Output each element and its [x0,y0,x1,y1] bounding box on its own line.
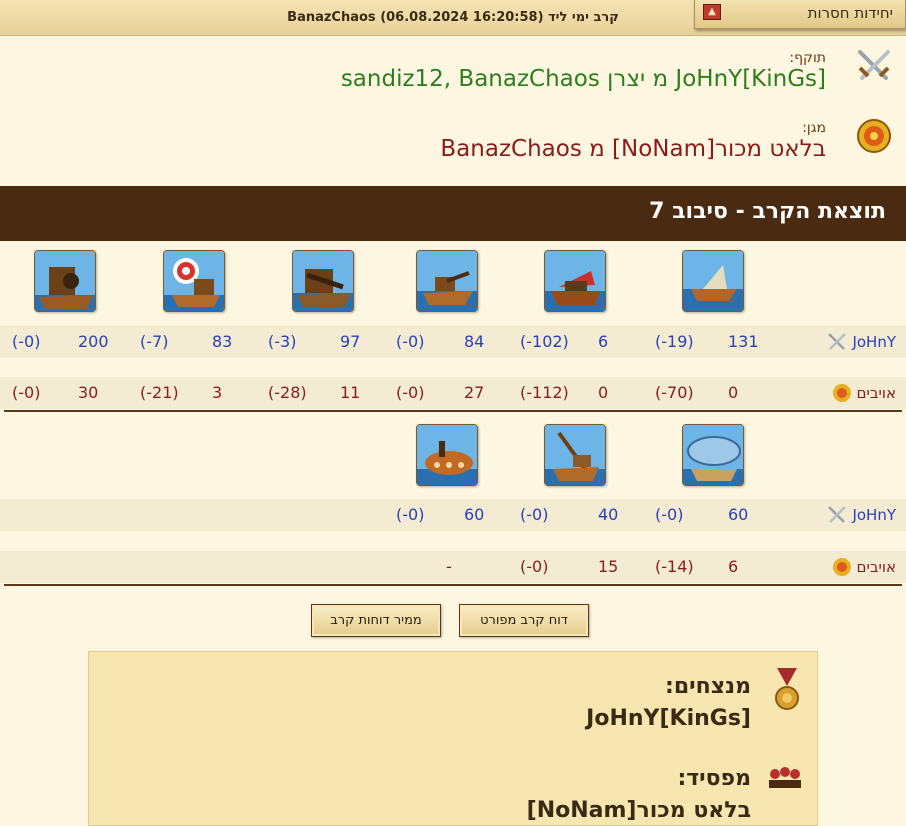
shield-small-icon [832,384,851,402]
defender-names: בלאט מכור[NoNam] מ BanazChaos [440,136,826,162]
enemy-row-label: אויבים [831,377,896,409]
collapse-toggle-icon[interactable]: ▲ [703,4,721,20]
attacker-units-row-2: JoHnY 60 (-0) 40 (-0) 60 (-0) [0,499,906,531]
attacker-count: 97 [340,332,361,351]
unit-images-row-1 [0,243,906,325]
attacker-count: 83 [212,332,233,351]
enemy-loss: (-14) [655,557,694,576]
battle-result-box: מנצחים: JoHnY[KinGs] מפסיד: בלאט מכור[No… [88,651,818,826]
crossed-swords-small-icon [828,506,847,523]
attacker-names: JoHnY[KinGs] מ יצרן sandiz12, BanazChaos [340,66,826,92]
detailed-report-button[interactable]: דוח קרב מפורט [459,604,589,637]
medal-icon [771,668,803,716]
enemy-units-row-1: אויבים 0 (-70) 0 (-112) 27 (-0) 11 (-28)… [0,377,906,409]
ram-ship-icon [682,250,744,312]
enemy-count: 0 [728,383,739,402]
enemy-units-row-2: אויבים 6 (-14) 15 (-0) - [0,551,906,583]
round-result-header: תוצאת הקרב - סיבוב 7 [0,186,906,241]
attacker-row-label: JoHnY [826,326,896,358]
ballooncarrier-icon [544,424,606,486]
attacker-label-text: JoHnY [852,506,896,524]
defender-role: מגן: [802,120,826,136]
enemy-count: 27 [464,383,485,402]
enemy-count: 0 [598,383,609,402]
enemy-count: 11 [340,383,361,402]
attacker-loss: (-0) [396,505,425,524]
attacker-loss: (-3) [268,332,297,351]
section-divider [4,584,902,586]
mortar-ship-icon [34,250,96,312]
enemy-count: 3 [212,383,223,402]
attacker-loss: (-0) [396,332,425,351]
attacker-count: 40 [598,505,619,524]
enemy-count: - [446,557,452,576]
attacker-role: תוקף: [789,50,826,66]
attacker-loss: (-0) [520,505,549,524]
enemy-loss: (-21) [140,383,179,402]
enemy-loss: (-0) [396,383,425,402]
catapult-ship-icon [163,250,225,312]
enemy-row-label: אויבים [831,551,896,583]
enemy-loss: (-28) [268,383,307,402]
lost-units-label: יחידות חסרות [807,4,893,22]
loser-name: בלאט מכור[NoNam] [526,798,751,823]
attacker-loss: (-0) [655,505,684,524]
report-converter-button[interactable]: ממיר דוחות קרב [311,604,441,637]
attacker-count: 60 [728,505,749,524]
winners-name: JoHnY[KinGs] [586,706,751,731]
enemy-label-text: אויבים [856,384,896,402]
enemy-loss: (-0) [520,557,549,576]
shield-small-icon [832,558,851,576]
attacker-count: 84 [464,332,485,351]
attacker-info: תוקף: JoHnY[KinGs] מ יצרן sandiz12, Bana… [341,50,826,92]
enemy-count: 15 [598,557,619,576]
round-result-title: תוצאת הקרב - סיבוב 7 [649,199,886,224]
fallen-soldiers-icon [767,764,803,796]
attacker-loss: (-7) [140,332,169,351]
unit-images-row-2 [0,417,906,499]
enemy-count: 30 [78,383,99,402]
attacker-count: 6 [598,332,609,351]
crossed-swords-icon [854,46,894,86]
loser-label: מפסיד: [677,766,751,791]
attacker-units-row-1: JoHnY 131 (-19) 6 (-102) 84 (-0) 97 (-3)… [0,326,906,358]
shield-icon [854,116,894,156]
attacker-loss: (-0) [12,332,41,351]
ballista-ship-icon [416,250,478,312]
attacker-loss: (-102) [520,332,569,351]
attacker-label-text: JoHnY [852,333,896,351]
steam-ram-icon [292,250,354,312]
tender-icon [416,424,478,486]
section-divider [4,410,902,412]
paddle-speedboat-icon [682,424,744,486]
attacker-row-label: JoHnY [826,499,896,531]
winners-label: מנצחים: [665,674,751,699]
enemy-label-text: אויבים [856,558,896,576]
attacker-loss: (-19) [655,332,694,351]
crossed-swords-small-icon [828,333,847,350]
flame-thrower-ship-icon [544,250,606,312]
enemy-count: 6 [728,557,739,576]
defender-info: מגן: בלאט מכור[NoNam] מ BanazChaos [440,120,826,162]
attacker-count: 131 [728,332,759,351]
lost-units-tab[interactable]: יחידות חסרות ▲ [694,0,906,29]
attacker-count: 200 [78,332,109,351]
attacker-count: 60 [464,505,485,524]
enemy-loss: (-112) [520,383,569,402]
enemy-loss: (-0) [12,383,41,402]
enemy-loss: (-70) [655,383,694,402]
